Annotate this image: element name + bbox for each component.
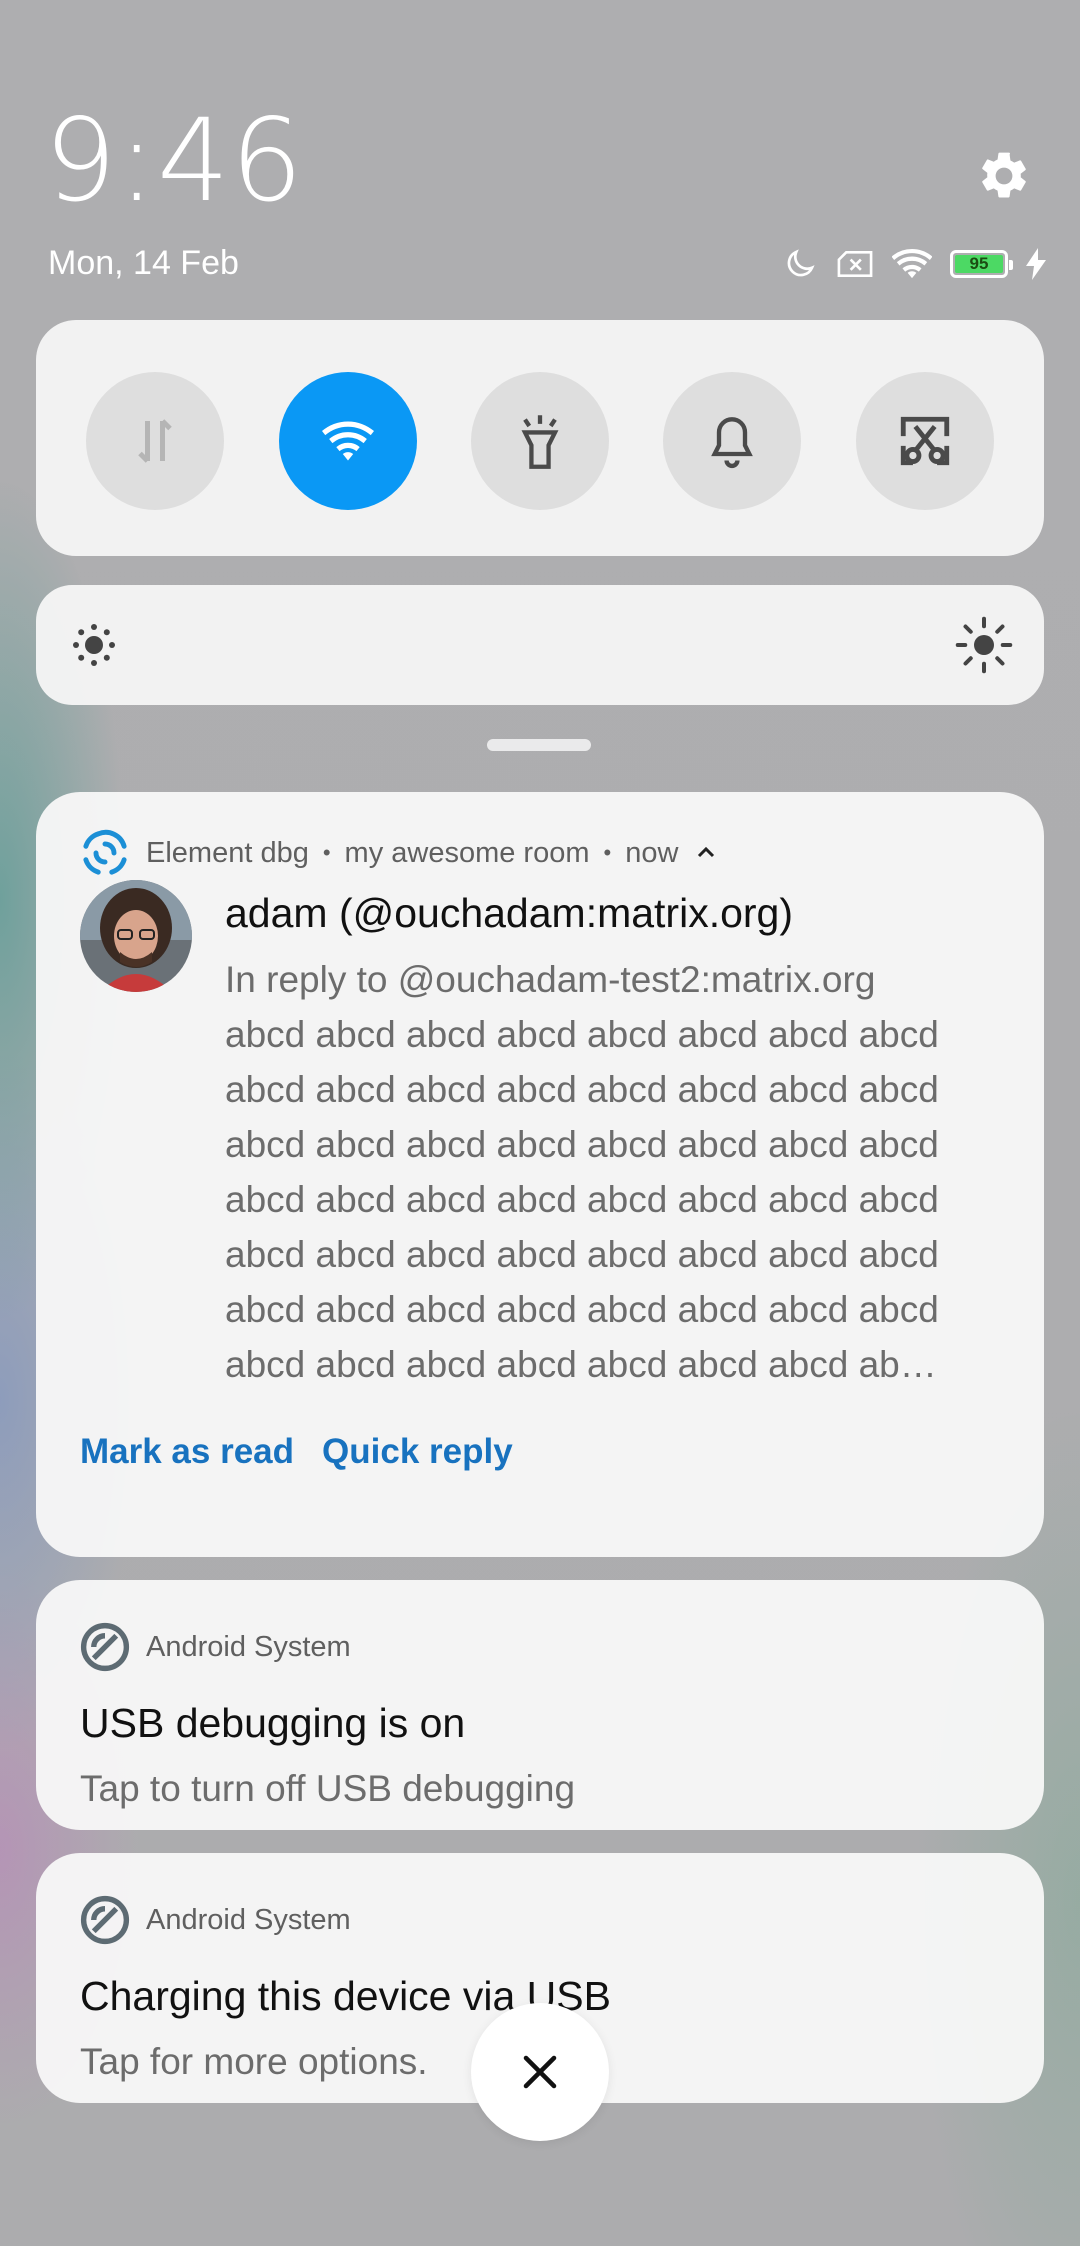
message-line: abcd abcd abcd abcd abcd abcd abcd abcd [225, 1124, 939, 1165]
notification-time: now [625, 836, 679, 869]
separator-dot: • [322, 840, 331, 865]
bell-icon [711, 417, 753, 469]
brightness-slider[interactable] [36, 585, 1044, 705]
battery-level: 95 [955, 254, 1003, 273]
notification-header: Android System [78, 1893, 351, 1947]
notification-element-message[interactable]: Element dbg • my awesome room • now adam… [36, 792, 1044, 1557]
quick-reply-button[interactable]: Quick reply [322, 1432, 513, 1472]
message-line: abcd abcd abcd abcd abcd abcd abcd abcd [225, 1289, 939, 1330]
scissors-icon [900, 416, 950, 466]
brightness-high-icon [955, 616, 1013, 674]
app-name: Android System [146, 1630, 351, 1663]
clock: 9:46 [44, 94, 304, 227]
wifi-toggle[interactable] [279, 372, 417, 510]
flashlight-toggle[interactable] [471, 372, 609, 510]
room-name: my awesome room [344, 836, 590, 869]
sender-name: adam (@ouchadam:matrix.org) [225, 890, 793, 936]
screenshot-toggle[interactable] [856, 372, 994, 510]
panel-drag-handle[interactable] [487, 739, 591, 751]
notification-header: Android System [78, 1620, 351, 1674]
notification-title: USB debugging is on [80, 1700, 466, 1746]
data-arrows-icon [138, 419, 172, 463]
wifi-icon [892, 246, 932, 282]
element-app-icon [83, 829, 127, 875]
no-sim-icon [836, 246, 874, 282]
quick-settings-panel [36, 320, 1044, 556]
mobile-data-toggle[interactable] [86, 372, 224, 510]
app-name: Android System [146, 1903, 351, 1936]
android-system-icon [80, 1622, 130, 1672]
battery-icon: 95 [950, 246, 1013, 282]
message-line: In reply to @ouchadam-test2:matrix.org [225, 959, 876, 1000]
wifi-icon [322, 421, 374, 461]
status-bar-icons: 95 [782, 246, 1046, 282]
avatar [80, 880, 192, 992]
brightness-low-icon [73, 624, 115, 666]
app-name: Element dbg [146, 836, 309, 869]
message-line: abcd abcd abcd abcd abcd abcd abcd abcd [225, 1069, 939, 1110]
settings-gear-icon[interactable] [976, 148, 1032, 204]
separator-dot: • [603, 840, 612, 865]
date: Mon, 14 Feb [48, 244, 239, 282]
notification-actions: Mark as read Quick reply [80, 1432, 513, 1472]
notification-usb-debugging[interactable]: Android System USB debugging is on Tap t… [36, 1580, 1044, 1830]
moon-icon [782, 246, 818, 282]
notification-header: Element dbg • my awesome room • now [78, 826, 718, 880]
notification-text: Tap to turn off USB debugging [80, 1768, 576, 1809]
clear-all-button[interactable] [471, 2003, 609, 2141]
mark-as-read-button[interactable]: Mark as read [80, 1432, 294, 1472]
sound-toggle[interactable] [663, 372, 801, 510]
chevron-up-icon[interactable] [694, 841, 718, 865]
flashlight-icon [521, 415, 559, 469]
message-line: abcd abcd abcd abcd abcd abcd abcd abcd [225, 1014, 939, 1055]
notification-text: Tap for more options. [80, 2041, 428, 2082]
message-line: abcd abcd abcd abcd abcd abcd abcd abcd [225, 1179, 939, 1220]
close-icon [523, 2055, 557, 2089]
android-system-icon [80, 1895, 130, 1945]
message-body: In reply to @ouchadam-test2:matrix.org a… [225, 952, 1025, 1392]
message-line: abcd abcd abcd abcd abcd abcd abcd abcd [225, 1234, 939, 1275]
charging-bolt-icon [1026, 246, 1046, 282]
message-line: abcd abcd abcd abcd abcd abcd abcd ab… [225, 1344, 937, 1385]
